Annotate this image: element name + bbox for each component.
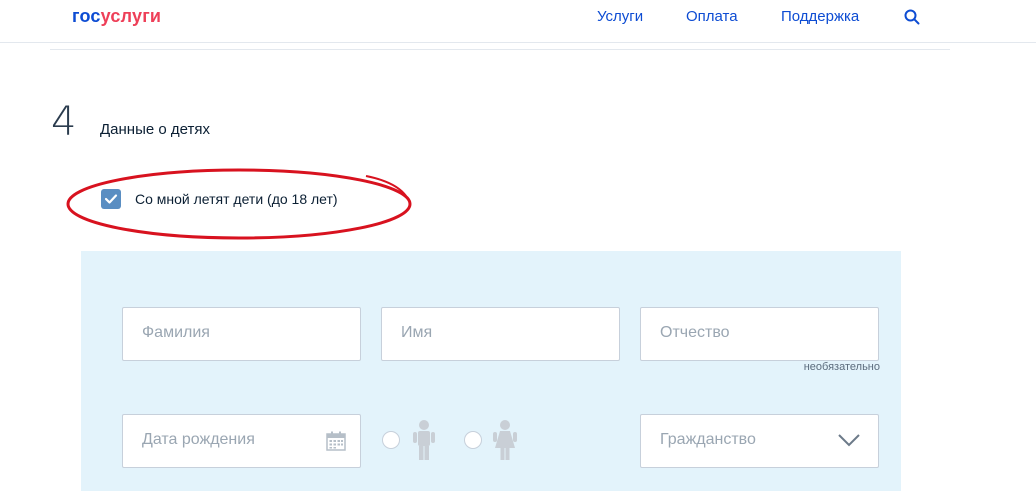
female-child-icon xyxy=(493,420,517,460)
surname-placeholder: Фамилия xyxy=(142,324,210,341)
birthdate-input[interactable]: Дата рождения xyxy=(122,414,361,468)
patronymic-input[interactable]: Отчество xyxy=(640,307,879,361)
gender-male-radio[interactable] xyxy=(382,431,400,449)
gender-female-radio[interactable] xyxy=(464,431,482,449)
gosuslugi-logo[interactable]: госуслуги xyxy=(72,6,161,27)
name-input[interactable]: Имя xyxy=(381,307,620,361)
nav-payment[interactable]: Оплата xyxy=(686,8,738,25)
section-divider xyxy=(50,49,950,50)
nav-services[interactable]: Услуги xyxy=(597,8,643,25)
chevron-down-icon xyxy=(838,434,860,447)
surname-input[interactable]: Фамилия xyxy=(122,307,361,361)
step-number: 4 xyxy=(51,99,77,145)
name-placeholder: Имя xyxy=(401,324,433,341)
citizenship-select[interactable]: Гражданство xyxy=(640,414,879,468)
step-title: Данные о детях xyxy=(100,121,210,138)
check-icon xyxy=(104,194,118,204)
logo-part-2: услуги xyxy=(100,6,162,26)
patronymic-optional-note: необязательно xyxy=(803,361,880,373)
top-navigation-bar: госуслуги Услуги Оплата Поддержка xyxy=(0,0,1036,43)
nav-support[interactable]: Поддержка xyxy=(781,8,859,25)
children-checkbox-label[interactable]: Со мной летят дети (до 18 лет) xyxy=(135,191,338,207)
search-icon[interactable] xyxy=(904,9,920,25)
children-checkbox[interactable] xyxy=(101,189,121,209)
birthdate-placeholder: Дата рождения xyxy=(142,431,255,448)
logo-part-1: гос xyxy=(72,6,101,26)
calendar-icon[interactable] xyxy=(326,431,346,451)
male-child-icon xyxy=(413,420,435,460)
citizenship-placeholder: Гражданство xyxy=(660,431,756,448)
patronymic-placeholder: Отчество xyxy=(660,324,730,341)
